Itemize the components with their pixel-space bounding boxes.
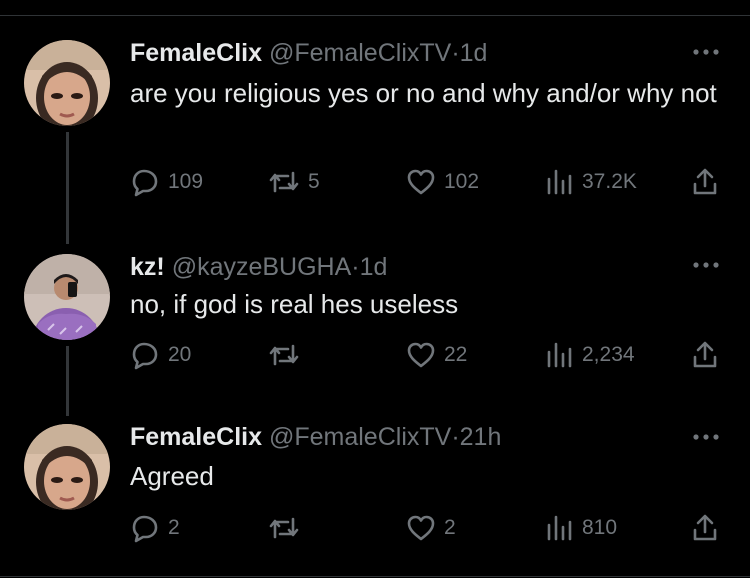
timestamp[interactable]: 21h	[460, 423, 502, 451]
views-count: 810	[582, 516, 618, 539]
tweet[interactable]: FemaleClix @FemaleClixTV·21h Agreed 2 2 …	[0, 0, 750, 578]
user-handle[interactable]: @FemaleClixTV	[269, 423, 451, 451]
avatar[interactable]	[24, 424, 110, 510]
views-bars-icon	[547, 515, 572, 541]
like-button[interactable]: 2	[406, 511, 456, 545]
profile-photo-icon	[24, 424, 110, 510]
tweet-header: FemaleClix @FemaleClixTV·21h	[130, 422, 501, 452]
separator: ·	[451, 423, 460, 451]
like-count: 2	[444, 516, 456, 539]
share-upload-icon	[693, 514, 717, 541]
views-button[interactable]: 810	[544, 511, 617, 545]
display-name[interactable]: FemaleClix	[130, 423, 262, 451]
reply-bubble-icon	[132, 515, 158, 543]
reply-count: 2	[168, 516, 180, 539]
tweet-text: Agreed	[130, 461, 214, 491]
more-dots-icon[interactable]	[688, 427, 724, 447]
share-button[interactable]	[690, 511, 720, 545]
action-bar: 2 2 810	[130, 511, 730, 545]
heart-icon	[407, 515, 435, 541]
repost-button[interactable]	[268, 511, 308, 545]
reply-button[interactable]: 2	[130, 511, 180, 545]
repost-arrows-icon	[269, 517, 299, 539]
